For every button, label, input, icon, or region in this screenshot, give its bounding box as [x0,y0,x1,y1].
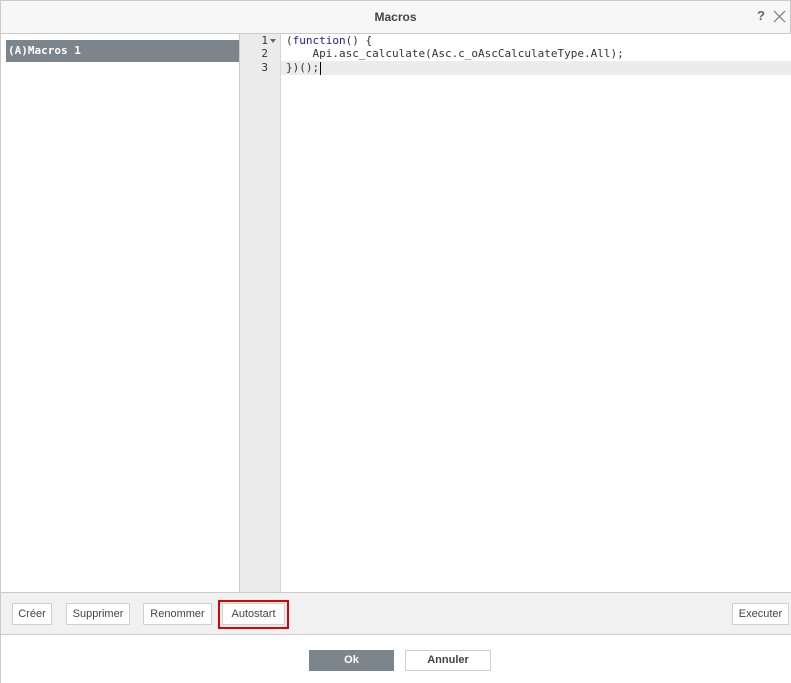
execute-button[interactable]: Executer [732,603,789,625]
text-cursor [320,61,322,75]
macro-list-item[interactable]: (A)Macros 1 [6,40,239,62]
macro-toolbar: Créer Supprimer Renommer Autostart Execu… [1,592,791,635]
line-number-gutter: 1 2 3 [240,34,281,592]
delete-button[interactable]: Supprimer [66,603,130,625]
line-number: 3 [261,61,268,74]
active-line-highlight [281,61,791,75]
cancel-button[interactable]: Annuler [405,650,491,671]
rename-button[interactable]: Renommer [143,603,212,625]
macro-list: (A)Macros 1 [1,34,240,592]
close-icon[interactable] [772,9,787,24]
dialog-title: Macros [374,10,417,24]
code-token: ( [286,34,293,47]
code-line-3[interactable]: })(); [286,61,322,75]
help-icon[interactable]: ? [755,8,767,24]
line-number: 1 [261,34,268,47]
autostart-highlight-box [218,600,289,629]
create-button[interactable]: Créer [12,603,52,625]
code-editor[interactable]: 1 2 3 (function() { Api.asc_calculate(As… [240,34,791,592]
code-line-1[interactable]: (function() { [286,34,372,48]
code-token: })(); [286,61,320,74]
dialog-titlebar: Macros ? [1,1,790,34]
dialog-footer: Ok Annuler [1,635,791,683]
macros-dialog: Macros ? (A)Macros 1 1 2 3 (function() {… [0,0,791,683]
code-area[interactable]: (function() { Api.asc_calculate(Asc.c_oA… [281,34,791,592]
code-line-2[interactable]: Api.asc_calculate(Asc.c_oAscCalculateTyp… [286,47,623,61]
ok-button[interactable]: Ok [309,650,394,671]
code-token: () { [345,34,373,47]
keyword-token: function [292,34,346,47]
fold-arrow-icon[interactable] [270,39,276,43]
line-number: 2 [261,47,268,60]
